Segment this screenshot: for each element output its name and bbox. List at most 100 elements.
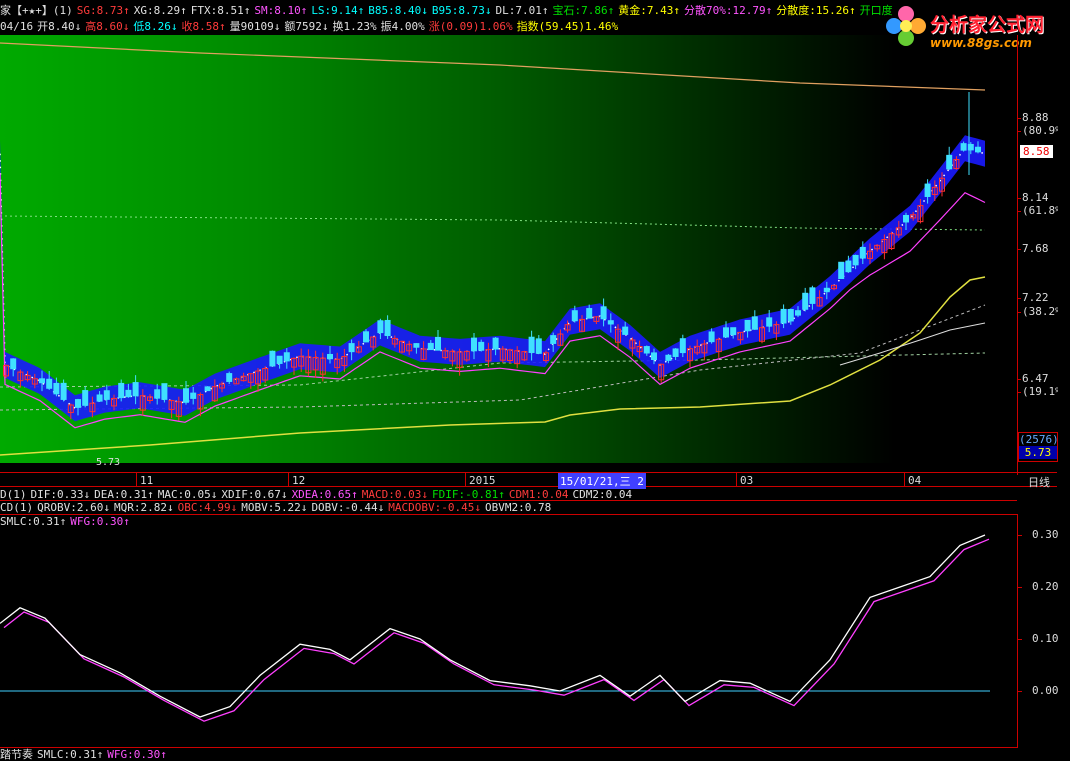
candle-body bbox=[435, 336, 441, 351]
footer-row: 踏节奏 SMLC:0.31↑ WFG:0.30↑ bbox=[0, 748, 171, 761]
candle-body bbox=[204, 386, 211, 392]
indicator-value: 家【+★+】(1) bbox=[0, 4, 73, 17]
osc-tick bbox=[1017, 535, 1022, 536]
volume-box: (2576) 5.73 bbox=[1018, 432, 1059, 462]
osc-tick-label: 0.10 bbox=[1032, 632, 1059, 645]
price-tick-label: 6.47 bbox=[1022, 372, 1049, 385]
candle-body bbox=[723, 327, 729, 338]
indicator-value: FTX:8.51↑ bbox=[190, 4, 251, 17]
candle-body bbox=[903, 214, 909, 223]
candle-body bbox=[823, 287, 830, 293]
candle-body bbox=[132, 382, 139, 397]
price-tick bbox=[1017, 312, 1021, 313]
indicator-value: 振4.00% bbox=[380, 20, 425, 33]
candle-body bbox=[550, 335, 557, 344]
indicator-value: B85:8.40↓ bbox=[368, 4, 428, 17]
time-tick bbox=[136, 472, 137, 486]
candle-body bbox=[528, 336, 535, 353]
x-axis-bottom-line bbox=[0, 486, 1057, 487]
price-tick bbox=[1017, 198, 1021, 199]
axis-divider bbox=[1017, 35, 1018, 475]
osc-tick bbox=[1017, 587, 1022, 588]
time-tick-label: 12 bbox=[292, 474, 306, 487]
indicator-value: 收8.58↑ bbox=[181, 20, 226, 33]
price-tick bbox=[1017, 298, 1021, 299]
indicator-value: 高8.60↓ bbox=[85, 20, 130, 33]
candle-body bbox=[75, 399, 81, 408]
candle-body bbox=[586, 308, 593, 319]
indicator-value: 宝石:7.86↑ bbox=[552, 4, 615, 17]
time-tick-label: 11 bbox=[140, 474, 154, 487]
candle-body bbox=[53, 382, 60, 395]
candle-body bbox=[183, 388, 189, 403]
time-tick-label: 04 bbox=[908, 474, 922, 487]
osc-tick bbox=[1017, 639, 1022, 640]
indicator-value: 涨(0.09)1.06% bbox=[428, 20, 513, 33]
candle-body bbox=[838, 261, 845, 279]
volume-count: (2576) bbox=[1019, 433, 1059, 446]
candle-body bbox=[327, 353, 333, 360]
indicator-value: OBVM2:0.78 bbox=[485, 501, 552, 514]
candle-body bbox=[413, 343, 420, 348]
candle-body bbox=[39, 378, 45, 384]
blue-band bbox=[0, 135, 985, 422]
candle-body bbox=[384, 319, 391, 337]
time-tick-label: 03 bbox=[740, 474, 754, 487]
indicator-value: 指数(59.45)1.46% bbox=[516, 20, 619, 33]
indicator-value: 额7592↓ bbox=[284, 20, 329, 33]
candle-body bbox=[492, 337, 499, 350]
candle-body bbox=[708, 331, 715, 343]
osc-tick bbox=[1017, 691, 1022, 692]
candlestick-chart[interactable] bbox=[0, 35, 1017, 463]
indicator-value: XG:8.29↑ bbox=[133, 4, 187, 17]
osc-tick-label: 0.30 bbox=[1032, 528, 1059, 541]
oscillator-chart[interactable] bbox=[0, 514, 1017, 748]
candle-body bbox=[154, 389, 161, 399]
osc-tick-label: 0.20 bbox=[1032, 580, 1059, 593]
price-tick bbox=[1017, 392, 1021, 393]
osc-tick-label: 0.00 bbox=[1032, 684, 1059, 697]
indicator-value: SMLC:0.31↑ bbox=[37, 748, 104, 761]
price-tick-label: 8.88 bbox=[1022, 111, 1049, 124]
volume-value: 5.73 bbox=[1019, 446, 1057, 459]
indicator-value: SM:8.10↑ bbox=[254, 4, 308, 17]
candle-body bbox=[276, 355, 283, 364]
quote-header-row: 04/16 开8.40↓ 高8.60↓ 低8.26↓ 收8.58↑ 量90109↓ 额759… bbox=[0, 20, 622, 34]
candle-body bbox=[226, 373, 233, 382]
price-tick-label: 7.22 bbox=[1022, 291, 1049, 304]
candle-body bbox=[607, 320, 614, 325]
indicator-value: B95:8.73↓ bbox=[431, 4, 492, 17]
indicator-value: LS:9.14↑ bbox=[311, 4, 365, 17]
candle-body bbox=[478, 341, 485, 351]
candle-body bbox=[96, 394, 103, 402]
candle-body bbox=[665, 354, 672, 361]
indicator-value: 开8.40↓ bbox=[37, 20, 82, 33]
price-tick-label: 8.14 bbox=[1022, 191, 1049, 204]
candle-body bbox=[427, 342, 434, 351]
candle-body bbox=[975, 146, 981, 153]
indicator-value: WFG:0.30↑ bbox=[107, 748, 167, 761]
indicator-value: 分散70%:12.79↑ bbox=[684, 4, 773, 17]
candle-body bbox=[471, 337, 477, 352]
period-label[interactable]: 日线 bbox=[1028, 474, 1050, 490]
candle-body bbox=[622, 326, 629, 335]
candle-body bbox=[643, 346, 650, 354]
ma-long-line bbox=[0, 42, 986, 91]
right-edge-strip bbox=[1058, 35, 1070, 761]
candle-body bbox=[377, 320, 384, 334]
candle-body bbox=[118, 382, 125, 399]
candle-body bbox=[802, 292, 809, 310]
candle-body bbox=[852, 254, 859, 266]
candle-body bbox=[960, 143, 967, 151]
candle-body bbox=[845, 260, 852, 273]
candle-body bbox=[190, 392, 197, 399]
time-tick bbox=[736, 472, 737, 486]
indicator-value: MACDOBV:-0.45↓ bbox=[388, 501, 482, 514]
time-tick bbox=[288, 472, 289, 486]
candle-body bbox=[766, 317, 773, 327]
yellow-ma-line bbox=[0, 276, 986, 456]
smlc-line bbox=[0, 534, 986, 718]
price-tick bbox=[1017, 131, 1021, 132]
candle-body bbox=[103, 390, 110, 400]
candle-body bbox=[161, 383, 168, 400]
